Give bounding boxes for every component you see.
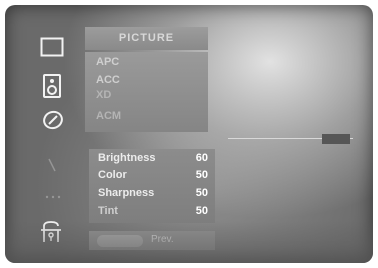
slider-handle[interactable] [322,134,350,144]
brightness-row[interactable]: Brightness 60 [98,152,208,169]
lock-icon[interactable] [39,219,63,245]
menu-item-xd[interactable]: XD [96,89,111,101]
menu-item-acc[interactable]: ACC [96,74,120,86]
timer-icon[interactable] [41,109,65,131]
tint-row[interactable]: Tint 50 [98,205,208,222]
color-label: Color [98,169,127,181]
sharpness-label: Sharpness [98,187,155,199]
brightness-label: Brightness [98,152,156,164]
brightness-value: 60 [195,152,208,164]
osd-frame: PICTURE APC ACC XD ACM Brightness 60 Col… [5,5,373,263]
adjust-panel: Brightness 60 Color 50 Sharpness 50 Tint… [89,149,215,223]
prev-label: Prev. [151,234,174,245]
special-icon[interactable] [43,155,63,175]
speaker-icon[interactable] [41,73,63,99]
prev-button[interactable] [97,235,143,247]
prev-bar: Prev. [89,231,215,250]
dots-icon[interactable] [43,191,63,203]
tint-value: 50 [195,205,208,217]
menu-title: PICTURE [85,27,208,50]
color-value: 50 [195,169,208,181]
screen-icon[interactable] [38,35,66,59]
color-row[interactable]: Color 50 [98,169,208,186]
sharpness-row[interactable]: Sharpness 50 [98,187,208,204]
sharpness-value: 50 [195,187,208,199]
picture-submenu: APC ACC XD ACM [85,52,208,132]
menu-item-acm[interactable]: ACM [96,110,121,122]
menu-item-apc[interactable]: APC [96,56,119,68]
tint-label: Tint [98,205,118,217]
